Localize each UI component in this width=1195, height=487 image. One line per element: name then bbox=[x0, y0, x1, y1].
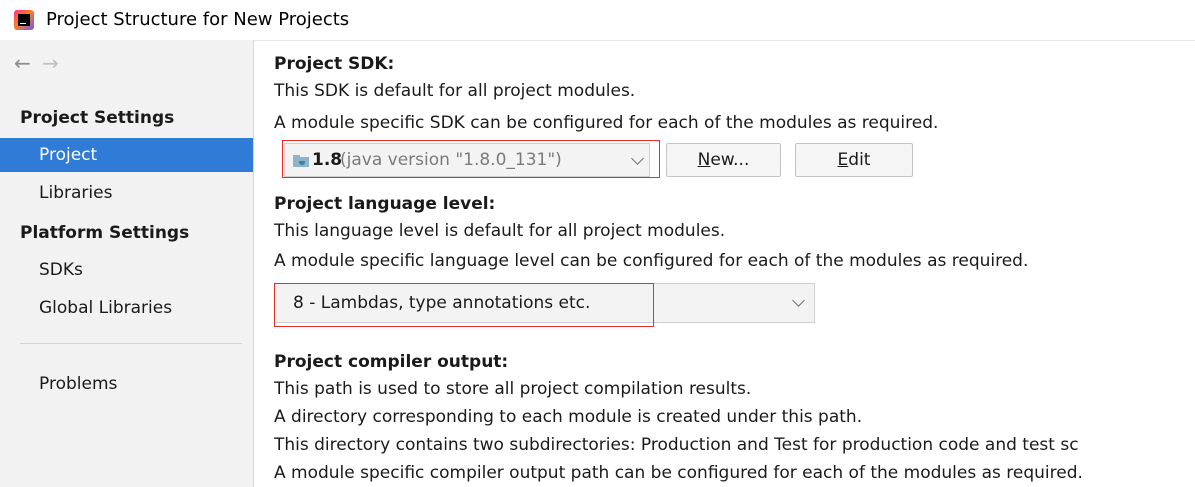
project-structure-window: Project Structure for New Projects ← → P… bbox=[0, 0, 1195, 487]
window-title: Project Structure for New Projects bbox=[46, 9, 350, 30]
compiler-description-line2: A directory corresponding to each module… bbox=[274, 407, 863, 427]
language-description-line1: This language level is default for all p… bbox=[274, 221, 726, 241]
compiler-description-line3: This directory contains two subdirectori… bbox=[274, 435, 1079, 455]
sidebar-item-problems[interactable]: Problems bbox=[0, 367, 253, 401]
new-sdk-button[interactable]: New... bbox=[666, 143, 781, 177]
chevron-down-icon bbox=[631, 152, 644, 165]
compiler-description-line1: This path is used to store all project c… bbox=[274, 379, 752, 399]
sdk-description-line1: This SDK is default for all project modu… bbox=[274, 81, 636, 101]
sdk-folder-icon bbox=[293, 155, 309, 167]
sidebar-item-label: Project bbox=[39, 145, 98, 165]
main-content: Project SDK: This SDK is default for all… bbox=[254, 40, 1195, 487]
project-settings-header: Project Settings bbox=[20, 108, 175, 128]
sdk-version: 1.8 bbox=[312, 150, 343, 170]
sidebar: ← → Project Settings Project Libraries P… bbox=[0, 40, 254, 487]
sidebar-item-label: Libraries bbox=[39, 183, 113, 203]
title-bar: Project Structure for New Projects bbox=[0, 0, 1195, 41]
language-level-dropdown[interactable]: 8 - Lambdas, type annotations etc. bbox=[274, 283, 815, 323]
sidebar-item-global-libraries[interactable]: Global Libraries bbox=[0, 291, 253, 325]
project-sdk-heading: Project SDK: bbox=[274, 54, 395, 74]
compiler-description-line4: A module specific compiler output path c… bbox=[274, 463, 1083, 483]
language-description-line2: A module specific language level can be … bbox=[274, 251, 1029, 271]
sidebar-item-sdks[interactable]: SDKs bbox=[0, 253, 253, 287]
platform-settings-header: Platform Settings bbox=[20, 223, 190, 243]
compiler-output-heading: Project compiler output: bbox=[274, 352, 509, 372]
sidebar-item-label: SDKs bbox=[39, 260, 83, 280]
back-arrow-icon[interactable]: ← bbox=[14, 52, 31, 74]
sdk-description-line2: A module specific SDK can be configured … bbox=[274, 113, 939, 133]
language-level-heading: Project language level: bbox=[274, 194, 496, 214]
sidebar-item-project[interactable]: Project bbox=[0, 138, 253, 172]
forward-arrow-icon[interactable]: → bbox=[42, 52, 59, 74]
project-sdk-dropdown[interactable]: 1.8 (java version "1.8.0_131") bbox=[284, 143, 650, 177]
sdk-version-detail: (java version "1.8.0_131") bbox=[340, 150, 562, 170]
sidebar-item-label: Problems bbox=[39, 374, 118, 394]
sidebar-divider bbox=[20, 343, 242, 344]
edit-sdk-button[interactable]: Edit bbox=[795, 143, 913, 177]
language-level-value: 8 - Lambdas, type annotations etc. bbox=[293, 293, 591, 313]
sidebar-item-libraries[interactable]: Libraries bbox=[0, 176, 253, 210]
intellij-idea-icon bbox=[14, 10, 34, 30]
chevron-down-icon bbox=[792, 294, 805, 307]
sidebar-item-label: Global Libraries bbox=[39, 298, 173, 318]
